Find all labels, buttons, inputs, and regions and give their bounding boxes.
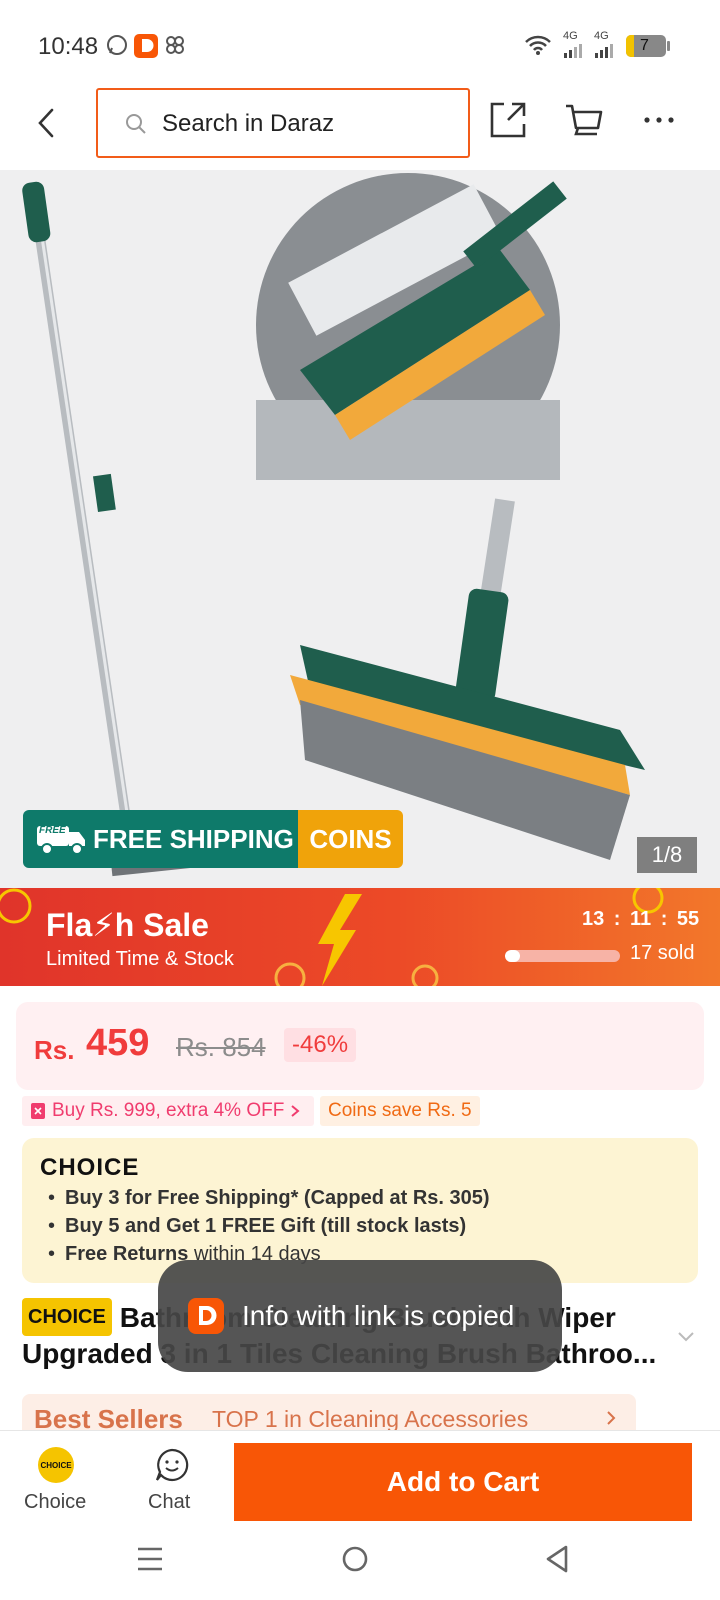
free-shipping-coins-badge: FREE FREE SHIPPING COINS — [23, 810, 403, 868]
chat-nav-button[interactable]: Chat — [140, 1443, 204, 1517]
battery-level: 7 — [640, 37, 649, 54]
coins-promo[interactable]: Coins save Rs. 5 — [320, 1096, 480, 1126]
wifi-icon — [525, 35, 551, 55]
price-currency: Rs. — [34, 1035, 75, 1065]
choice-nav-button[interactable]: CHOICE Choice — [20, 1443, 96, 1517]
price-card: Rs. 459 Rs. 854 -46% — [16, 1002, 704, 1090]
copied-toast: Info with link is copied — [158, 1260, 562, 1372]
network-4g-label-2: 4G — [594, 30, 609, 42]
share-icon[interactable] — [488, 100, 528, 140]
battery-icon: 7 — [626, 35, 666, 57]
signal-icon-2 — [595, 44, 613, 58]
bottom-action-bar: CHOICE Choice Chat Add to Cart — [0, 1430, 720, 1522]
choice-benefits-list: Buy 3 for Free Shipping* (Capped at Rs. … — [48, 1184, 490, 1268]
battery-tip — [667, 41, 670, 51]
add-to-cart-button[interactable]: Add to Cart — [234, 1443, 692, 1521]
choice-benefit-3-bold: Free Returns — [65, 1243, 189, 1265]
coins-label: COINS — [298, 810, 403, 868]
choice-benefit-1: Buy 3 for Free Shipping* (Capped at Rs. … — [48, 1184, 490, 1212]
chat-nav-label: Chat — [148, 1491, 191, 1513]
status-bar: 10:48 4G 4G 7 — [0, 0, 720, 88]
choice-logo: CHOICE — [40, 1154, 140, 1181]
chevron-right-icon — [607, 1411, 616, 1425]
best-sellers-rank: TOP 1 in Cleaning Accessories — [212, 1406, 529, 1432]
pinwheel-icon — [166, 36, 184, 54]
flash-sale-banner[interactable]: Fla⚡h Sale Limited Time & Stock 13 : 11 … — [0, 888, 720, 986]
search-placeholder: Search in Daraz — [162, 110, 335, 137]
flash-sale-timer: 13 : 11 : 55 — [582, 908, 700, 930]
image-counter: 1/8 — [637, 837, 697, 873]
menu-icon[interactable] — [136, 1546, 164, 1572]
sold-count: 17 sold — [630, 942, 695, 964]
more-icon[interactable] — [642, 114, 676, 126]
daraz-app-icon — [134, 34, 158, 58]
voucher-icon — [31, 1103, 45, 1119]
back-icon[interactable] — [544, 1544, 570, 1574]
free-small-label: FREE — [39, 825, 66, 836]
discount-badge: -46% — [284, 1028, 357, 1062]
search-icon — [126, 114, 146, 134]
choice-badge-icon: CHOICE — [38, 1447, 74, 1483]
choice-benefit-2: Buy 5 and Get 1 FREE Gift (till stock la… — [48, 1212, 490, 1240]
signal-icon-1 — [564, 44, 582, 58]
chevron-down-icon[interactable] — [676, 1330, 696, 1344]
sold-progress-fill — [505, 950, 520, 962]
sold-progress-bar — [505, 950, 620, 962]
network-4g-label-1: 4G — [563, 30, 578, 42]
free-shipping-label: FREE SHIPPING — [93, 823, 294, 854]
choice-nav-label: Choice — [24, 1491, 87, 1513]
price-value: 459 — [86, 1022, 150, 1064]
product-image-gallery[interactable] — [0, 170, 720, 888]
chevron-right-icon — [291, 1105, 300, 1117]
search-input[interactable]: Search in Daraz — [96, 88, 470, 158]
system-navigation-bar — [0, 1522, 720, 1600]
product-photo — [22, 173, 645, 877]
flash-sale-subtitle: Limited Time & Stock — [46, 948, 234, 970]
voucher-promo-text: Buy Rs. 999, extra 4% OFF — [52, 1100, 285, 1121]
coins-promo-text: Coins save Rs. 5 — [328, 1100, 472, 1121]
cart-icon[interactable] — [564, 100, 604, 140]
daraz-app-icon — [188, 1298, 224, 1334]
flash-sale-title: Fla⚡h Sale — [46, 907, 209, 943]
original-price: Rs. 854 — [176, 1032, 266, 1062]
status-time: 10:48 — [38, 33, 99, 60]
voucher-promo[interactable]: Buy Rs. 999, extra 4% OFF — [22, 1096, 315, 1126]
choice-badge-text: CHOICE — [40, 1460, 72, 1470]
back-arrow-icon[interactable] — [34, 106, 60, 140]
choice-tag: CHOICE — [22, 1298, 112, 1336]
top-header: Search in Daraz — [0, 80, 720, 170]
chat-icon — [155, 1448, 189, 1482]
home-icon[interactable] — [340, 1544, 370, 1574]
whatsapp-icon — [107, 35, 127, 55]
toast-text: Info with link is copied — [242, 1300, 515, 1331]
